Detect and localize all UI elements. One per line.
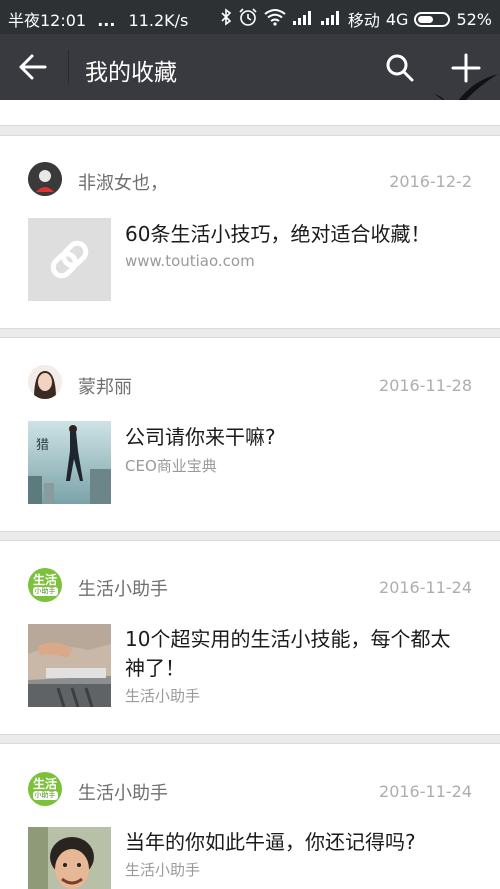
favorite-author: 生活小助手	[78, 579, 168, 600]
favorite-item[interactable]: 生活 小助手 生活小助手 2016-11-24 当年的你如此牛逼，你还记得吗? …	[0, 743, 500, 889]
avatar-text-main: 生活	[32, 573, 57, 587]
favorite-title: 公司请你来干嘛?	[125, 425, 276, 449]
title-divider	[68, 50, 69, 84]
favorite-source: CEO商业宝典	[125, 457, 217, 475]
status-carrier: 移动	[347, 11, 380, 30]
status-battery-percent: 52%	[456, 9, 492, 29]
favorite-author: 生活小助手	[78, 783, 168, 804]
article-thumbnail	[28, 827, 111, 889]
link-thumbnail	[28, 218, 111, 301]
back-arrow-icon	[19, 54, 47, 80]
alarm-icon	[238, 7, 258, 31]
avatar	[28, 365, 62, 399]
favorite-item[interactable]: 生活 小助手 生活小助手 2016-11-24 10个超实用的生活小技能，每个都…	[0, 540, 500, 735]
search-button[interactable]	[384, 52, 416, 84]
avatar-text-sub: 小助手	[32, 791, 58, 800]
article-thumbnail: 猎	[28, 421, 111, 504]
favorite-source: 生活小助手	[125, 861, 201, 879]
search-icon	[386, 54, 414, 82]
avatar: 生活 小助手	[28, 568, 62, 602]
list-top-strip	[0, 100, 500, 126]
status-network-type: 4G	[385, 9, 409, 29]
status-network-speed: 11.2K/s	[128, 11, 189, 30]
link-icon	[50, 240, 89, 279]
favorite-title: 10个超实用的生活小技能，每个都太神了！	[125, 627, 451, 680]
battery-fill	[418, 15, 434, 23]
svg-text:猎: 猎	[36, 438, 49, 453]
favorite-title: 当年的你如此牛逼，你还记得吗?	[125, 830, 416, 854]
favorite-author: 非淑女也，	[78, 173, 168, 194]
favorite-item[interactable]: 蒙邦丽 2016-11-28 猎 公司请你来干嘛? CEO商业宝典	[0, 337, 500, 532]
favorite-date: 2016-11-28	[379, 376, 472, 395]
signal-icon	[292, 9, 314, 29]
favorite-source: www.toutiao.com	[125, 252, 255, 270]
status-bar: 半夜12:01 ... 11.2K/s 移动 4G 52%	[0, 0, 500, 34]
favorite-date: 2016-11-24	[379, 578, 472, 597]
status-more-dots: ...	[97, 11, 116, 30]
title-bar: 我的收藏	[0, 34, 500, 100]
favorite-title: 60条生活小技巧，绝对适合收藏！	[125, 222, 431, 246]
page-title: 我的收藏	[85, 60, 177, 86]
signal-icon	[320, 9, 342, 29]
avatar-text-sub: 小助手	[32, 587, 58, 596]
avatar: 生活 小助手	[28, 772, 62, 806]
avatar-text-main: 生活	[32, 777, 57, 791]
favorite-source: 生活小助手	[125, 687, 201, 705]
battery-icon	[414, 11, 451, 27]
favorite-item[interactable]: 非淑女也， 2016-12-2 60条生活小技巧，绝对适合收藏！ www.tou…	[0, 135, 500, 329]
wifi-icon	[264, 8, 286, 30]
favorite-author: 蒙邦丽	[78, 377, 132, 398]
avatar	[28, 162, 62, 196]
bluetooth-icon	[220, 8, 232, 30]
status-time: 半夜12:01	[8, 11, 87, 30]
back-button[interactable]	[18, 53, 48, 81]
favorite-date: 2016-12-2	[389, 172, 472, 191]
favorite-date: 2016-11-24	[379, 782, 472, 801]
article-thumbnail	[28, 624, 111, 707]
